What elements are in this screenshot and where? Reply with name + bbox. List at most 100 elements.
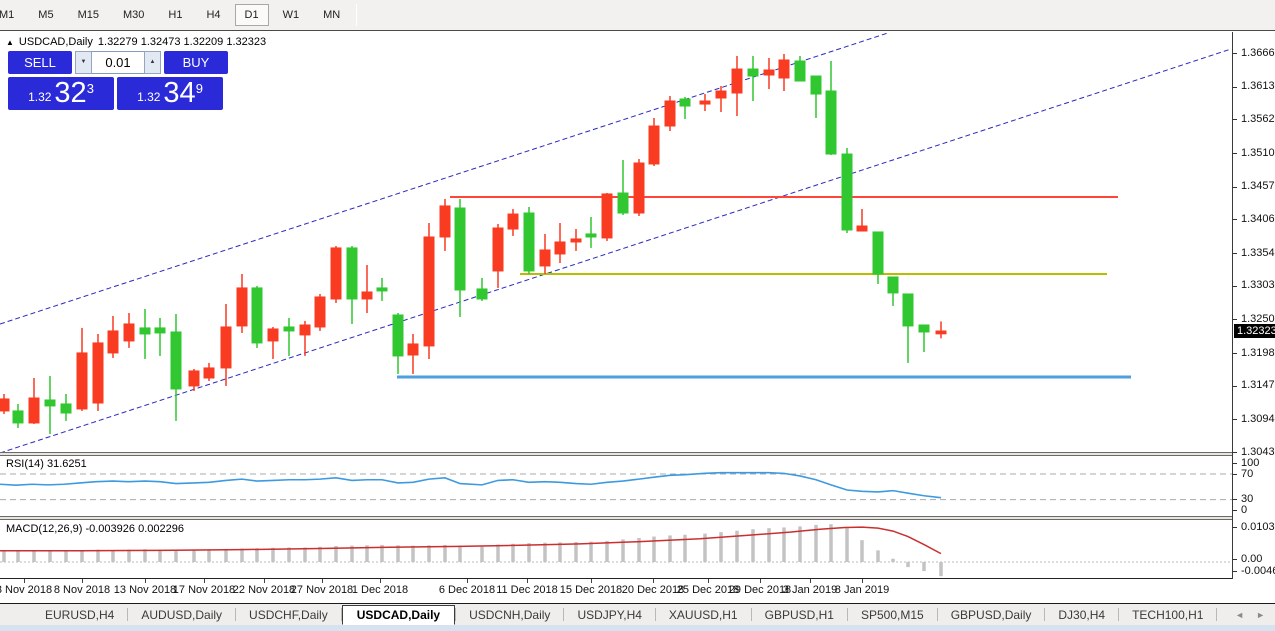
macd-scale-label: -0.004608	[1241, 565, 1275, 577]
chart-tab-sp500[interactable]: SP500,M15	[848, 606, 937, 624]
chart-tab-xauusd[interactable]: XAUUSD,H1	[656, 606, 751, 624]
chart-window: 1.366601.361351.356251.351001.345751.340…	[0, 30, 1275, 603]
chart-legend: ▲ USDCAD,Daily 1.32279 1.32473 1.32209 1…	[6, 36, 266, 48]
timeframe-button-m15[interactable]: M15	[68, 4, 109, 26]
date-tick	[862, 579, 863, 583]
price-label-tick	[1233, 319, 1237, 320]
price-label-tick	[1233, 87, 1237, 88]
candle	[811, 76, 821, 118]
chart-tab-audusd[interactable]: AUDUSD,Daily	[128, 606, 235, 624]
timeframe-button-h1[interactable]: H1	[158, 4, 192, 26]
candle	[842, 148, 852, 233]
rsi-scale-label-tick	[1233, 499, 1237, 500]
ohlc-values: 1.32279 1.32473 1.32209 1.32323	[98, 36, 266, 48]
buy-price-sup: 9	[196, 82, 203, 95]
date-axis: 3 Nov 20188 Nov 201813 Nov 201817 Nov 20…	[0, 579, 1275, 603]
timeframe-toolbar: M1M5M15M30H1H4D1W1MN	[0, 0, 1275, 30]
price-label-tick	[1233, 353, 1237, 354]
macd-legend: MACD(12,26,9) -0.003926 0.002296	[6, 523, 184, 535]
candle	[936, 321, 946, 338]
date-tick	[810, 579, 811, 583]
candle	[524, 207, 534, 274]
price-label-tick	[1233, 419, 1237, 420]
price-label-tick	[1233, 253, 1237, 254]
candle	[347, 246, 357, 324]
date-tick	[204, 579, 205, 583]
panel-splitter-rsi[interactable]	[0, 452, 1275, 456]
chart-canvas[interactable]	[0, 32, 1233, 579]
timeframe-button-d1[interactable]: D1	[235, 4, 269, 26]
volume-down-button[interactable]: ▼	[75, 51, 92, 74]
candle	[634, 159, 644, 216]
price-label: 1.35100	[1241, 147, 1275, 159]
volume-input[interactable]: 0.01	[92, 51, 144, 74]
chart-tab-tech100[interactable]: TECH100,H1	[1119, 606, 1216, 624]
timeframe-button-w1[interactable]: W1	[273, 4, 310, 26]
candle	[300, 321, 310, 356]
date-tick	[380, 579, 381, 583]
rsi-scale-label-tick	[1233, 474, 1237, 475]
trading-platform-window: M1M5M15M30H1H4D1W1MN 1.366601.361351.356…	[0, 0, 1275, 631]
price-label-tick	[1233, 452, 1237, 453]
candle	[204, 363, 214, 381]
timeframe-button-m30[interactable]: M30	[113, 4, 154, 26]
buy-price-quote[interactable]: 1.32 34 9	[117, 77, 223, 110]
candle	[649, 118, 659, 166]
timeframe-button-h4[interactable]: H4	[196, 4, 230, 26]
tab-scroll-right-icon[interactable]: ►	[1256, 610, 1265, 620]
tab-scroll-left-icon[interactable]: ◄	[1235, 610, 1244, 620]
buy-button[interactable]: BUY	[164, 51, 228, 74]
date-tick	[264, 579, 265, 583]
candle	[362, 265, 372, 313]
candle	[540, 234, 550, 274]
candle	[680, 97, 690, 119]
sell-price-prefix: 1.32	[28, 86, 51, 108]
chart-tab-usdchf[interactable]: USDCHF,Daily	[236, 606, 341, 624]
candle	[732, 56, 742, 116]
timeframe-button-mn[interactable]: MN	[313, 4, 350, 26]
date-tick	[467, 579, 468, 583]
candle	[77, 328, 87, 411]
candle	[826, 61, 836, 155]
chart-tab-usdcad[interactable]: USDCAD,Daily	[342, 605, 455, 625]
volume-up-button[interactable]: ▲	[144, 51, 161, 74]
rsi-scale-label: 0	[1241, 504, 1247, 516]
chart-tab-gbpusd[interactable]: GBPUSD,Daily	[938, 606, 1045, 624]
price-axis: 1.366601.361351.356251.351001.345751.340…	[1232, 32, 1275, 579]
sell-price-big: 32	[54, 79, 86, 108]
chart-tab-dj30[interactable]: DJ30,H4	[1045, 606, 1118, 624]
volume-stepper: ▼ 0.01 ▲	[75, 51, 161, 74]
candle	[155, 318, 165, 356]
chart-tab-eurusd[interactable]: EURUSD,H4	[32, 606, 127, 624]
rsi-legend: RSI(14) 31.6251	[6, 458, 87, 470]
timeframe-button-m1[interactable]: M1	[0, 4, 24, 26]
candle	[873, 232, 883, 284]
rsi-panel	[0, 473, 1233, 500]
price-label: 1.33030	[1241, 279, 1275, 291]
collapse-triangle-icon[interactable]: ▲	[6, 38, 14, 47]
tab-scroll-arrows: ◄►	[1235, 610, 1265, 620]
candle	[237, 274, 247, 333]
price-label-tick	[1233, 153, 1237, 154]
timeframe-button-m5[interactable]: M5	[28, 4, 63, 26]
date-tick	[591, 579, 592, 583]
buy-price-big: 34	[163, 79, 195, 108]
panel-splitter-macd[interactable]	[0, 516, 1275, 520]
chart-tab-usdcnh[interactable]: USDCNH,Daily	[456, 606, 563, 624]
date-tick	[24, 579, 25, 583]
price-label-tick	[1233, 119, 1237, 120]
date-tick	[322, 579, 323, 583]
one-click-trade-panel: SELL ▼ 0.01 ▲ BUY 1.32 32 3 1.32 34 9	[8, 51, 230, 110]
candle	[424, 223, 434, 359]
candle	[555, 223, 565, 263]
sell-price-quote[interactable]: 1.32 32 3	[8, 77, 114, 110]
candle	[331, 246, 341, 303]
price-label: 1.35625	[1241, 113, 1275, 125]
date-tick	[653, 579, 654, 583]
sell-button[interactable]: SELL	[8, 51, 72, 74]
price-label: 1.36660	[1241, 47, 1275, 59]
sell-price-sup: 3	[87, 82, 94, 95]
chart-tab-gbpusd[interactable]: GBPUSD,H1	[752, 606, 847, 624]
date-tick	[527, 579, 528, 583]
chart-tab-usdjpy[interactable]: USDJPY,H4	[564, 606, 654, 624]
